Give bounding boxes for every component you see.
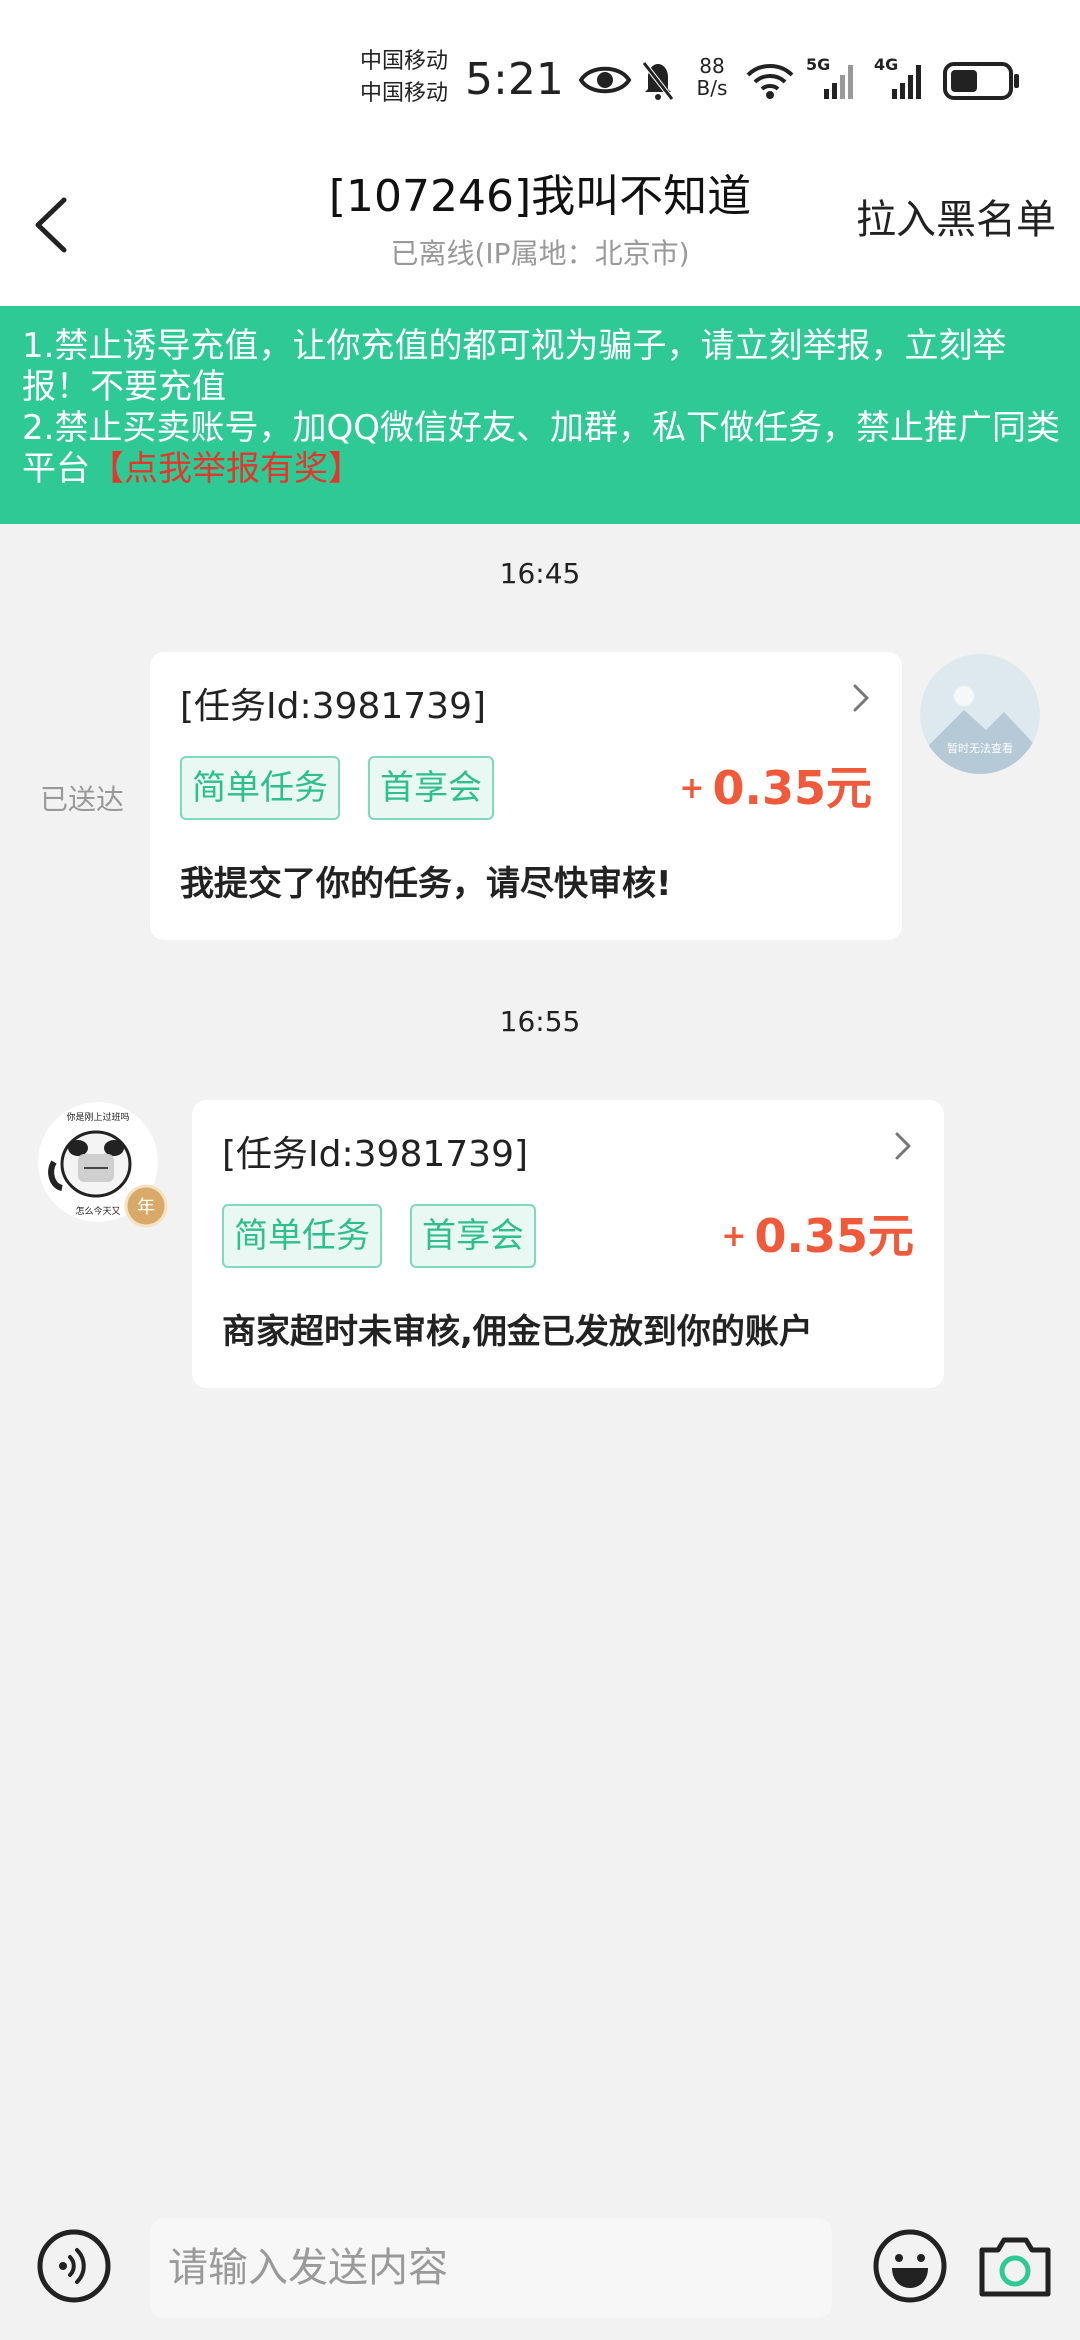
message-timestamp: 16:55 [499, 1005, 581, 1038]
reward-value: 0.35元 [712, 761, 873, 815]
task-tag: 简单任务 [180, 756, 340, 820]
online-status: 已离线(IP属地：北京市) [390, 237, 690, 270]
net-speed-value: 88 [699, 54, 725, 78]
avatar-caption-bottom: 怎么今天又 [75, 1205, 120, 1217]
carrier-labels: 中国移动 中国移动 [360, 46, 465, 110]
delivery-status: 已送达 [40, 783, 125, 816]
task-tag: 首享会 [410, 1204, 536, 1268]
emoji-icon[interactable] [872, 2228, 948, 2304]
avatar-caption-top: 你是刚上过班吗 [66, 1111, 129, 1123]
signal-4g-icon: 4G [874, 55, 921, 99]
avatar-self[interactable]: 暂时无法查看 [920, 654, 1040, 774]
task-message-card[interactable]: [任务Id:3981739] 简单任务 首享会 +0.35元 我提交了你的任务，… [150, 652, 902, 940]
carrier-1: 中国移动 [360, 49, 449, 74]
net-speed-unit: B/s [696, 76, 728, 100]
chat-header: [107246]我叫不知道 已离线(IP属地：北京市) 拉入黑名单 [0, 150, 1080, 306]
reward-amount: +0.35元 [721, 1206, 914, 1267]
task-tag: 首享会 [368, 756, 494, 820]
chevron-right-icon [853, 684, 869, 712]
avatar-caption: 暂时无法查看 [947, 741, 1013, 755]
notice-line-2: 2.禁止买卖账号，加QQ微信好友、加群，私下做任务，禁止推广同类平台【点我举报有… [22, 408, 1062, 490]
carrier-2: 中国移动 [360, 81, 449, 106]
input-bar [0, 2200, 1080, 2340]
wifi-icon [746, 64, 794, 99]
task-id: [任务Id:3981739] [180, 686, 487, 727]
status-time: 5:21 [465, 54, 564, 105]
task-id: [任务Id:3981739] [222, 1134, 529, 1175]
message-input[interactable] [150, 2218, 832, 2318]
camera-icon[interactable] [976, 2228, 1054, 2304]
task-tag: 简单任务 [222, 1204, 382, 1268]
signal-5g-icon: 5G [806, 55, 853, 99]
task-message-card[interactable]: [任务Id:3981739] 简单任务 首享会 +0.35元 商家超时未审核,佣… [192, 1100, 944, 1388]
report-link[interactable]: 【点我举报有奖】 [90, 449, 362, 489]
back-arrow-icon[interactable] [24, 190, 84, 260]
voice-input-icon[interactable] [36, 2228, 112, 2304]
notice-banner: 1.禁止诱导充值，让你充值的都可视为骗子，请立刻举报，立刻举报！不要充值 2.禁… [0, 306, 1080, 524]
status-bar: 中国移动 中国移动 5:21 88 B/s 5G 4G [0, 0, 1080, 150]
blacklist-button[interactable]: 拉入黑名单 [856, 190, 1056, 250]
notice-line-1: 1.禁止诱导充值，让你充值的都可视为骗子，请立刻举报，立刻举报！不要充值 [22, 326, 1007, 407]
reward-value: 0.35元 [754, 1209, 915, 1263]
chevron-right-icon [895, 1132, 911, 1160]
reward-sign: + [679, 771, 705, 806]
eye-icon [578, 66, 632, 94]
avatar-badge-text: 年 [137, 1197, 155, 1218]
reward-sign: + [721, 1219, 747, 1254]
reward-amount: +0.35元 [679, 758, 872, 819]
battery-icon [943, 62, 1019, 100]
bell-off-icon [642, 61, 674, 101]
page-title: [107246]我叫不知道 [328, 171, 752, 222]
signal-5g-label: 5G [806, 55, 830, 74]
message-text: 我提交了你的任务，请尽快审核! [180, 864, 672, 904]
message-text: 商家超时未审核,佣金已发放到你的账户 [222, 1312, 813, 1352]
signal-4g-label: 4G [874, 55, 898, 74]
message-timestamp: 16:45 [499, 557, 581, 590]
vip-badge-icon: 年 [124, 1184, 168, 1228]
net-speed: 88 B/s [692, 55, 732, 99]
